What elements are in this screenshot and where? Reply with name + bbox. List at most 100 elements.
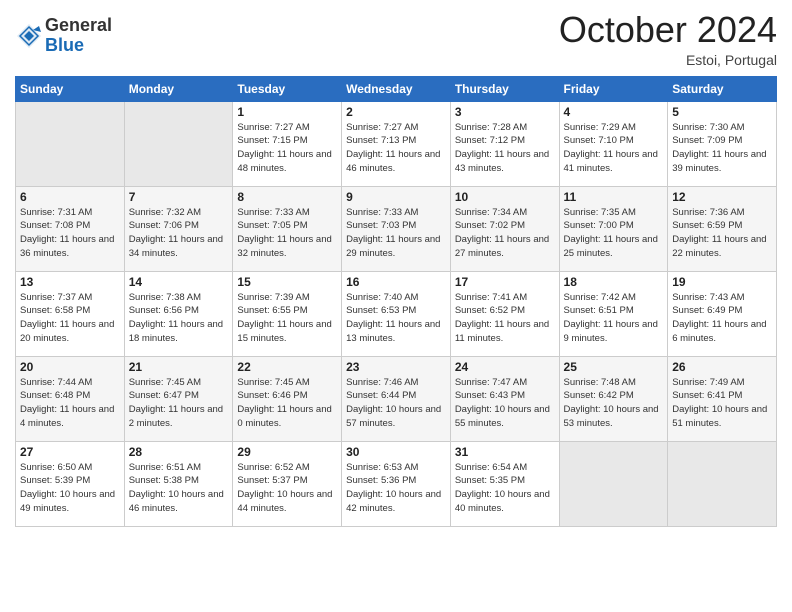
col-friday: Friday	[559, 76, 668, 101]
day-number: 28	[129, 445, 229, 459]
calendar-cell: 3Sunrise: 7:28 AM Sunset: 7:12 PM Daylig…	[450, 101, 559, 186]
day-number: 2	[346, 105, 446, 119]
calendar-cell: 4 Sunrise: 7:29 AM Sunset: 7:10 PM Daylig…	[559, 101, 668, 186]
calendar-cell: 23 Sunrise: 7:46 AM Sunset: 6:44 PM Dayli…	[342, 356, 451, 441]
day-info: Sunrise: 7:42 AM Sunset: 6:51 PM Dayligh…	[564, 291, 664, 346]
day-number: 24	[455, 360, 555, 374]
day-info: Sunrise: 7:31 AM Sunset: 7:08 PM Dayligh…	[20, 206, 120, 261]
calendar-cell: 1 Sunrise: 7:27 AM Sunset: 7:15 PM Daylig…	[233, 101, 342, 186]
calendar-cell: 6 Sunrise: 7:31 AM Sunset: 7:08 PM Daylig…	[16, 186, 125, 271]
day-info: Sunrise: 7:33 AM Sunset: 7:05 PM Dayligh…	[237, 206, 337, 261]
day-info: Sunrise: 7:27 AM Sunset: 7:13 PM Dayligh…	[346, 121, 446, 176]
calendar-cell	[668, 441, 777, 526]
month-title: October 2024	[559, 10, 777, 50]
day-number: 4	[564, 105, 664, 119]
day-info: Sunrise: 7:39 AM Sunset: 6:55 PM Dayligh…	[237, 291, 337, 346]
day-number: 29	[237, 445, 337, 459]
day-info: Sunrise: 7:28 AM Sunset: 7:12 PM Dayligh…	[455, 121, 555, 176]
day-number: 27	[20, 445, 120, 459]
calendar-cell: 27Sunrise: 6:50 AM Sunset: 5:39 PM Dayli…	[16, 441, 125, 526]
day-number: 6	[20, 190, 120, 204]
day-info: Sunrise: 7:36 AM Sunset: 6:59 PM Dayligh…	[672, 206, 772, 261]
calendar-cell: 17 Sunrise: 7:41 AM Sunset: 6:52 PM Dayli…	[450, 271, 559, 356]
location-subtitle: Estoi, Portugal	[559, 52, 777, 68]
day-info: Sunrise: 7:41 AM Sunset: 6:52 PM Dayligh…	[455, 291, 555, 346]
day-number: 12	[672, 190, 772, 204]
title-area: October 2024 Estoi, Portugal	[559, 10, 777, 68]
day-number: 21	[129, 360, 229, 374]
col-thursday: Thursday	[450, 76, 559, 101]
day-info: Sunrise: 7:45 AM Sunset: 6:46 PM Dayligh…	[237, 376, 337, 431]
week-row-1: 1 Sunrise: 7:27 AM Sunset: 7:15 PM Daylig…	[16, 101, 777, 186]
calendar-cell: 7 Sunrise: 7:32 AM Sunset: 7:06 PM Daylig…	[124, 186, 233, 271]
day-number: 14	[129, 275, 229, 289]
day-number: 30	[346, 445, 446, 459]
week-row-3: 13 Sunrise: 7:37 AM Sunset: 6:58 PM Dayli…	[16, 271, 777, 356]
calendar-cell: 20 Sunrise: 7:44 AM Sunset: 6:48 PM Dayli…	[16, 356, 125, 441]
day-info: Sunrise: 7:27 AM Sunset: 7:15 PM Dayligh…	[237, 121, 337, 176]
calendar-cell	[16, 101, 125, 186]
day-number: 11	[564, 190, 664, 204]
day-info: Sunrise: 7:29 AM Sunset: 7:10 PM Dayligh…	[564, 121, 664, 176]
calendar-body: 1 Sunrise: 7:27 AM Sunset: 7:15 PM Daylig…	[16, 101, 777, 526]
calendar-header: Sunday Monday Tuesday Wednesday Thursday…	[16, 76, 777, 101]
logo-blue: Blue	[45, 36, 112, 56]
day-info: Sunrise: 7:47 AM Sunset: 6:43 PM Dayligh…	[455, 376, 555, 431]
col-wednesday: Wednesday	[342, 76, 451, 101]
day-info: Sunrise: 7:32 AM Sunset: 7:06 PM Dayligh…	[129, 206, 229, 261]
day-info: Sunrise: 7:37 AM Sunset: 6:58 PM Dayligh…	[20, 291, 120, 346]
calendar-cell: 26Sunrise: 7:49 AM Sunset: 6:41 PM Dayli…	[668, 356, 777, 441]
day-info: Sunrise: 6:54 AM Sunset: 5:35 PM Dayligh…	[455, 461, 555, 516]
calendar-cell: 2 Sunrise: 7:27 AM Sunset: 7:13 PM Daylig…	[342, 101, 451, 186]
page-header: General Blue October 2024 Estoi, Portuga…	[15, 10, 777, 68]
calendar-cell: 22Sunrise: 7:45 AM Sunset: 6:46 PM Dayli…	[233, 356, 342, 441]
calendar-cell: 15Sunrise: 7:39 AM Sunset: 6:55 PM Dayli…	[233, 271, 342, 356]
day-info: Sunrise: 7:30 AM Sunset: 7:09 PM Dayligh…	[672, 121, 772, 176]
day-number: 8	[237, 190, 337, 204]
calendar-cell: 10 Sunrise: 7:34 AM Sunset: 7:02 PM Dayli…	[450, 186, 559, 271]
day-number: 7	[129, 190, 229, 204]
calendar-cell: 12 Sunrise: 7:36 AM Sunset: 6:59 PM Dayli…	[668, 186, 777, 271]
calendar-cell: 31Sunrise: 6:54 AM Sunset: 5:35 PM Dayli…	[450, 441, 559, 526]
calendar-cell: 5 Sunrise: 7:30 AM Sunset: 7:09 PM Daylig…	[668, 101, 777, 186]
week-row-4: 20 Sunrise: 7:44 AM Sunset: 6:48 PM Dayli…	[16, 356, 777, 441]
calendar-cell: 18Sunrise: 7:42 AM Sunset: 6:51 PM Dayli…	[559, 271, 668, 356]
logo: General Blue	[15, 16, 112, 56]
day-info: Sunrise: 7:46 AM Sunset: 6:44 PM Dayligh…	[346, 376, 446, 431]
day-number: 19	[672, 275, 772, 289]
day-number: 25	[564, 360, 664, 374]
day-number: 20	[20, 360, 120, 374]
day-info: Sunrise: 6:51 AM Sunset: 5:38 PM Dayligh…	[129, 461, 229, 516]
day-number: 10	[455, 190, 555, 204]
day-number: 1	[237, 105, 337, 119]
day-info: Sunrise: 7:35 AM Sunset: 7:00 PM Dayligh…	[564, 206, 664, 261]
day-number: 13	[20, 275, 120, 289]
calendar-cell	[559, 441, 668, 526]
day-number: 26	[672, 360, 772, 374]
day-info: Sunrise: 6:53 AM Sunset: 5:36 PM Dayligh…	[346, 461, 446, 516]
day-info: Sunrise: 7:43 AM Sunset: 6:49 PM Dayligh…	[672, 291, 772, 346]
day-info: Sunrise: 7:44 AM Sunset: 6:48 PM Dayligh…	[20, 376, 120, 431]
calendar-table: Sunday Monday Tuesday Wednesday Thursday…	[15, 76, 777, 527]
calendar-cell: 16 Sunrise: 7:40 AM Sunset: 6:53 PM Dayli…	[342, 271, 451, 356]
day-number: 23	[346, 360, 446, 374]
calendar-cell: 30 Sunrise: 6:53 AM Sunset: 5:36 PM Dayli…	[342, 441, 451, 526]
day-info: Sunrise: 7:40 AM Sunset: 6:53 PM Dayligh…	[346, 291, 446, 346]
day-info: Sunrise: 7:34 AM Sunset: 7:02 PM Dayligh…	[455, 206, 555, 261]
calendar-cell	[124, 101, 233, 186]
logo-icon	[15, 22, 43, 50]
calendar-cell: 19 Sunrise: 7:43 AM Sunset: 6:49 PM Dayli…	[668, 271, 777, 356]
day-number: 16	[346, 275, 446, 289]
day-info: Sunrise: 7:48 AM Sunset: 6:42 PM Dayligh…	[564, 376, 664, 431]
day-number: 5	[672, 105, 772, 119]
day-info: Sunrise: 6:52 AM Sunset: 5:37 PM Dayligh…	[237, 461, 337, 516]
calendar-cell: 24 Sunrise: 7:47 AM Sunset: 6:43 PM Dayli…	[450, 356, 559, 441]
calendar-cell: 9Sunrise: 7:33 AM Sunset: 7:03 PM Daylig…	[342, 186, 451, 271]
week-row-2: 6 Sunrise: 7:31 AM Sunset: 7:08 PM Daylig…	[16, 186, 777, 271]
day-number: 17	[455, 275, 555, 289]
calendar-cell: 28 Sunrise: 6:51 AM Sunset: 5:38 PM Dayli…	[124, 441, 233, 526]
calendar-cell: 29 Sunrise: 6:52 AM Sunset: 5:37 PM Dayli…	[233, 441, 342, 526]
col-saturday: Saturday	[668, 76, 777, 101]
col-monday: Monday	[124, 76, 233, 101]
logo-text: General Blue	[45, 16, 112, 56]
